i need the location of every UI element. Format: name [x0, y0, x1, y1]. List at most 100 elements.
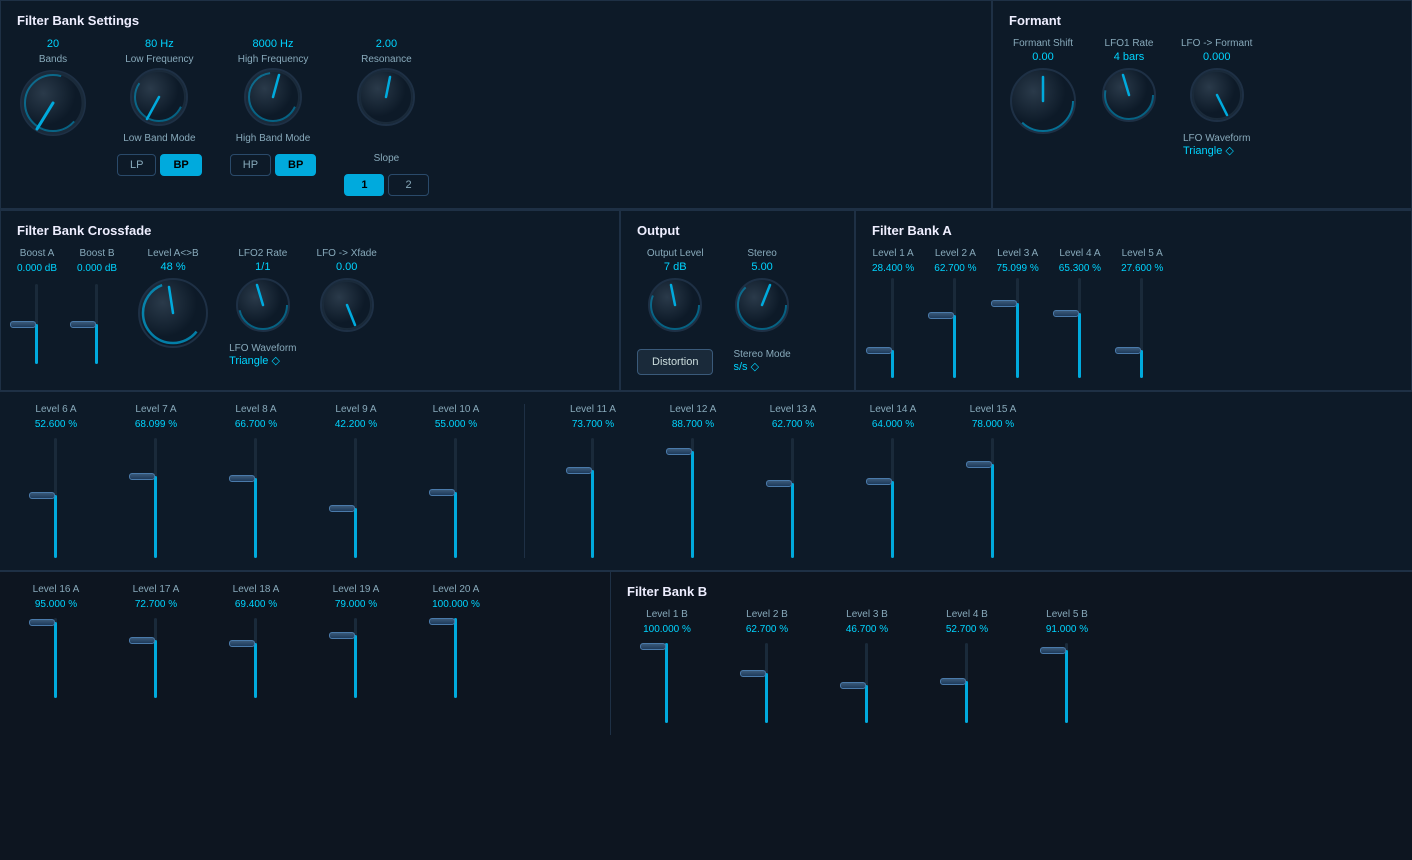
slider-row-1: Level 6 A 52.600 % Level 7 A 68.099 % Le…	[0, 392, 1412, 571]
second-row: Filter Bank Crossfade Boost A 0.000 dB B…	[0, 210, 1412, 392]
distortion-button[interactable]: Distortion	[637, 349, 713, 375]
lfo2-rate-label: LFO2 Rate	[238, 248, 287, 259]
sr1-15-value: 78.000 %	[972, 419, 1014, 430]
fba-fader-4: Level 4 A 65.300 %	[1059, 248, 1101, 378]
level-ab-group: Level A<>B 48 %	[137, 248, 209, 349]
bb-19-label: Level 19 A	[333, 584, 380, 595]
resonance-label: Resonance	[361, 54, 412, 65]
formant-lfo-waveform-value[interactable]: Triangle ◇	[1183, 144, 1250, 157]
lfo1-rate-knob[interactable]	[1101, 67, 1157, 123]
filter-bank-a-title: Filter Bank A	[872, 223, 1395, 238]
crossfade-panel: Filter Bank Crossfade Boost A 0.000 dB B…	[0, 210, 620, 391]
sr1-13-thumb[interactable]	[766, 480, 792, 487]
fba-3-thumb[interactable]	[991, 300, 1017, 307]
output-level-knob[interactable]	[647, 277, 703, 333]
fbb-fader-3: Level 3 B 46.700 %	[827, 609, 907, 723]
bb-20-label: Level 20 A	[433, 584, 480, 595]
bb-20-thumb[interactable]	[429, 618, 455, 625]
bb-19-thumb[interactable]	[329, 632, 355, 639]
low-band-mode-buttons: LP BP	[117, 154, 202, 176]
sr1-6-label: Level 6 A	[35, 404, 76, 415]
sr1-15-thumb[interactable]	[966, 461, 992, 468]
level-ab-knob[interactable]	[137, 277, 209, 349]
fbb-4-thumb[interactable]	[940, 678, 966, 685]
boost-b-col: Boost B 0.000 dB	[77, 248, 117, 364]
fbb-3-label: Level 3 B	[846, 609, 888, 620]
slope-1-btn[interactable]: 1	[344, 174, 384, 196]
fba-1-thumb[interactable]	[866, 347, 892, 354]
bands-knob[interactable]	[17, 67, 89, 139]
low-band-lp-btn[interactable]: LP	[117, 154, 156, 176]
sr1-fader-15: Level 15 A 78.000 %	[953, 404, 1033, 558]
low-freq-value: 80 Hz	[145, 38, 174, 50]
lfo-xfade-knob[interactable]	[319, 277, 375, 333]
level-ab-value: 48 %	[161, 261, 186, 273]
sr1-14-thumb[interactable]	[866, 478, 892, 485]
high-band-hp-btn[interactable]: HP	[230, 154, 271, 176]
bb-19-value: 79.000 %	[335, 599, 377, 610]
fba-5-thumb[interactable]	[1115, 347, 1141, 354]
lfo2-rate-knob[interactable]	[235, 277, 291, 333]
fbb-2-thumb[interactable]	[740, 670, 766, 677]
sr1-fader-6: Level 6 A 52.600 %	[16, 404, 96, 558]
sr1-10-thumb[interactable]	[429, 489, 455, 496]
sr1-7-thumb[interactable]	[129, 473, 155, 480]
sr1-fader-7: Level 7 A 68.099 %	[116, 404, 196, 558]
fba-4-thumb[interactable]	[1053, 310, 1079, 317]
sr1-fader-14: Level 14 A 64.000 %	[853, 404, 933, 558]
low-band-bp-btn[interactable]: BP	[160, 154, 201, 176]
fba-4-label: Level 4 A	[1059, 248, 1100, 259]
high-freq-knob[interactable]	[243, 67, 303, 127]
bb-fader-20: Level 20 A 100.000 %	[416, 584, 496, 698]
sr1-8-thumb[interactable]	[229, 475, 255, 482]
bb-16-thumb[interactable]	[29, 619, 55, 626]
bb-18-thumb[interactable]	[229, 640, 255, 647]
bb-17-value: 72.700 %	[135, 599, 177, 610]
stereo-label: Stereo	[747, 248, 776, 259]
sr1-9-thumb[interactable]	[329, 505, 355, 512]
sr1-14-label: Level 14 A	[870, 404, 917, 415]
lfo1-rate-label: LFO1 Rate	[1105, 38, 1154, 49]
lfo-xfade-group: LFO -> Xfade 0.00	[317, 248, 377, 333]
stereo-mode-value[interactable]: s/s ◇	[733, 360, 790, 373]
output-panel: Output Output Level 7 dB Distortion	[620, 210, 855, 391]
fba-3-label: Level 3 A	[997, 248, 1038, 259]
lfo2-rate-value: 1/1	[255, 261, 270, 273]
fba-1-value: 28.400 %	[872, 263, 914, 274]
bb-16-value: 95.000 %	[35, 599, 77, 610]
high-band-bp-btn[interactable]: BP	[275, 154, 316, 176]
fbb-4-label: Level 4 B	[946, 609, 988, 620]
filter-bank-settings-panel: Filter Bank Settings 20 Bands	[0, 0, 992, 209]
bb-20-value: 100.000 %	[432, 599, 480, 610]
resonance-knob[interactable]	[356, 67, 416, 127]
bb-17-thumb[interactable]	[129, 637, 155, 644]
sr1-12-thumb[interactable]	[666, 448, 692, 455]
stereo-group: Stereo 5.00 Stereo Mode s/s ◇	[733, 248, 790, 373]
formant-shift-knob[interactable]	[1009, 67, 1077, 135]
sr1-12-label: Level 12 A	[670, 404, 717, 415]
formant-lfo-waveform-label: LFO Waveform	[1183, 133, 1250, 144]
slope-buttons: 1 2	[344, 174, 428, 196]
low-freq-knob[interactable]	[129, 67, 189, 127]
high-freq-value: 8000 Hz	[253, 38, 294, 50]
filter-bank-a-faders: Level 1 A 28.400 % Level 2 A 62.700 %	[872, 248, 1395, 378]
sr1-6-thumb[interactable]	[29, 492, 55, 499]
boost-a-thumb[interactable]	[10, 321, 36, 328]
boost-a-label: Boost A	[20, 248, 54, 259]
fbs-knob-row: 20 Bands 80 Hz Low Frequency	[17, 38, 975, 196]
high-band-mode-label: High Band Mode	[236, 133, 311, 144]
fba-2-thumb[interactable]	[928, 312, 954, 319]
fbb-2-value: 62.700 %	[746, 624, 788, 635]
slope-2-btn[interactable]: 2	[388, 174, 428, 196]
fbb-3-thumb[interactable]	[840, 682, 866, 689]
stereo-knob[interactable]	[734, 277, 790, 333]
bands-knob-group: 20 Bands	[17, 38, 89, 139]
boost-b-thumb[interactable]	[70, 321, 96, 328]
fbb-5-thumb[interactable]	[1040, 647, 1066, 654]
fbb-1-thumb[interactable]	[640, 643, 666, 650]
lfo2-waveform-value[interactable]: Triangle ◇	[229, 354, 296, 367]
sr1-15-label: Level 15 A	[970, 404, 1017, 415]
sr1-11-thumb[interactable]	[566, 467, 592, 474]
lfo-formant-knob[interactable]	[1189, 67, 1245, 123]
filter-bank-b-title: Filter Bank B	[627, 584, 1396, 599]
